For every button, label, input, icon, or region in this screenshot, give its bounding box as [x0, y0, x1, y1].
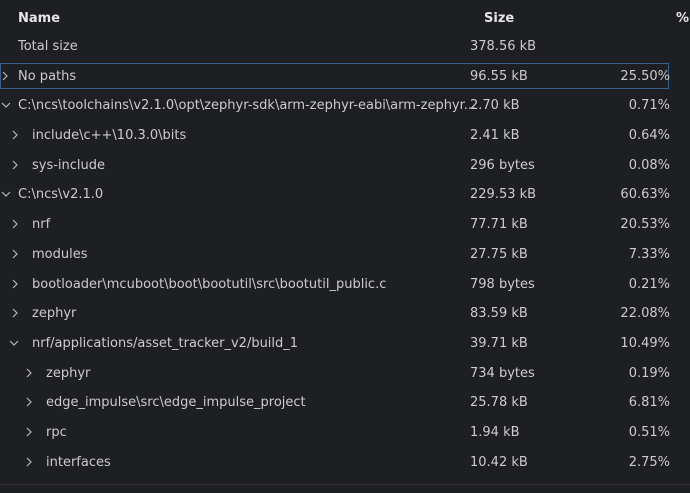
row-size: 1.94 kB [470, 424, 520, 440]
chevron-right-icon[interactable] [24, 426, 34, 438]
chevron-right-icon[interactable] [10, 307, 20, 319]
row-size: 10.42 kB [470, 454, 528, 470]
row-name: zephyr [46, 365, 91, 381]
chevron-down-icon[interactable] [8, 337, 19, 349]
chevron-right-icon[interactable] [24, 396, 34, 408]
table-row[interactable]: nrf 77.71 kB 20.53% [0, 210, 690, 240]
row-size: 83.59 kB [470, 306, 528, 322]
table-row[interactable]: zephyr 734 bytes 0.19% [0, 359, 690, 389]
chevron-right-icon[interactable] [24, 456, 34, 468]
row-percent: 0.51% [628, 424, 670, 440]
chevron-right-icon[interactable] [0, 70, 10, 82]
row-percent: 60.63% [620, 187, 670, 203]
row-percent: 25.50% [620, 68, 670, 84]
table-row-no-paths[interactable]: No paths 96.55 kB 25.50% [0, 62, 690, 92]
row-percent: 0.21% [628, 276, 670, 292]
row-name: Total size [18, 39, 78, 54]
table-row[interactable]: C:\ncs\toolchains\v2.1.0\opt\zephyr-sdk\… [0, 91, 690, 121]
table-row[interactable]: edge_impulse\src\edge_impulse_project 25… [0, 388, 690, 418]
selection-outline [0, 62, 669, 89]
row-name: C:\ncs\v2.1.0 [18, 187, 104, 203]
row-percent: 0.19% [628, 365, 670, 381]
table-header: Name Size % [0, 0, 690, 36]
row-name: include\c++\10.3.0\bits [32, 128, 187, 144]
chevron-right-icon[interactable] [10, 129, 20, 141]
row-size: 77.71 kB [470, 217, 528, 233]
table-row[interactable]: zephyr 83.59 kB 22.08% [0, 299, 690, 329]
row-size: 2.70 kB [470, 98, 520, 114]
table-row[interactable]: C:\ncs\v2.1.0 229.53 kB 60.63% [0, 180, 690, 210]
column-header-size[interactable]: Size [484, 11, 514, 26]
row-percent: 2.75% [628, 454, 670, 470]
row-name: rpc [46, 424, 67, 440]
row-size: 734 bytes [470, 365, 535, 381]
row-size: 27.75 kB [470, 246, 528, 262]
row-percent: 10.49% [620, 335, 670, 351]
row-name: bootloader\mcuboot\boot\bootutil\src\boo… [32, 276, 387, 292]
row-name: nrf/applications/asset_tracker_v2/build_… [32, 335, 299, 351]
table-row[interactable]: bootloader\mcuboot\boot\bootutil\src\boo… [0, 270, 690, 300]
row-percent: 0.08% [628, 157, 670, 173]
row-percent: 7.33% [628, 246, 670, 262]
table-row[interactable]: modules 27.75 kB 7.33% [0, 240, 690, 270]
row-name: sys-include [32, 157, 106, 173]
tree-table: Total size 378.56 kB No paths 96.55 kB 2… [0, 32, 690, 477]
table-row[interactable]: nrf/applications/asset_tracker_v2/build_… [0, 329, 690, 359]
row-size: 229.53 kB [470, 187, 537, 203]
row-size: 39.71 kB [470, 335, 528, 351]
row-percent: 0.64% [628, 128, 670, 144]
chevron-down-icon[interactable] [0, 188, 11, 200]
row-size: 798 bytes [470, 276, 535, 292]
column-header-percent[interactable]: % [676, 11, 689, 26]
column-header-name[interactable]: Name [18, 11, 60, 26]
chevron-right-icon[interactable] [10, 248, 20, 260]
table-row[interactable]: interfaces 10.42 kB 2.75% [0, 448, 690, 478]
table-row[interactable]: sys-include 296 bytes 0.08% [0, 151, 690, 181]
chevron-right-icon[interactable] [10, 159, 20, 171]
row-name: No paths [18, 68, 77, 84]
row-size: 96.55 kB [470, 68, 528, 84]
table-row-total-size[interactable]: Total size 378.56 kB [0, 32, 690, 62]
row-name: C:\ncs\toolchains\v2.1.0\opt\zephyr-sdk\… [18, 98, 477, 114]
row-percent: 22.08% [620, 306, 670, 322]
row-percent: 20.53% [620, 217, 670, 233]
row-name: edge_impulse\src\edge_impulse_project [46, 395, 306, 411]
row-size: 2.41 kB [470, 128, 520, 144]
chevron-right-icon[interactable] [10, 278, 20, 290]
row-name: zephyr [32, 306, 77, 322]
chevron-right-icon[interactable] [10, 218, 20, 230]
row-size: 296 bytes [470, 157, 535, 173]
table-row[interactable]: rpc 1.94 kB 0.51% [0, 418, 690, 448]
row-size: 378.56 kB [470, 39, 537, 54]
row-size: 25.78 kB [470, 395, 528, 411]
row-name: nrf [32, 217, 51, 233]
table-row[interactable]: include\c++\10.3.0\bits 2.41 kB 0.64% [0, 121, 690, 151]
row-name: modules [32, 246, 88, 262]
row-percent: 6.81% [628, 395, 670, 411]
row-percent: 0.71% [628, 98, 670, 114]
chevron-down-icon[interactable] [0, 99, 11, 111]
chevron-right-icon[interactable] [24, 367, 34, 379]
row-name: interfaces [46, 454, 111, 470]
